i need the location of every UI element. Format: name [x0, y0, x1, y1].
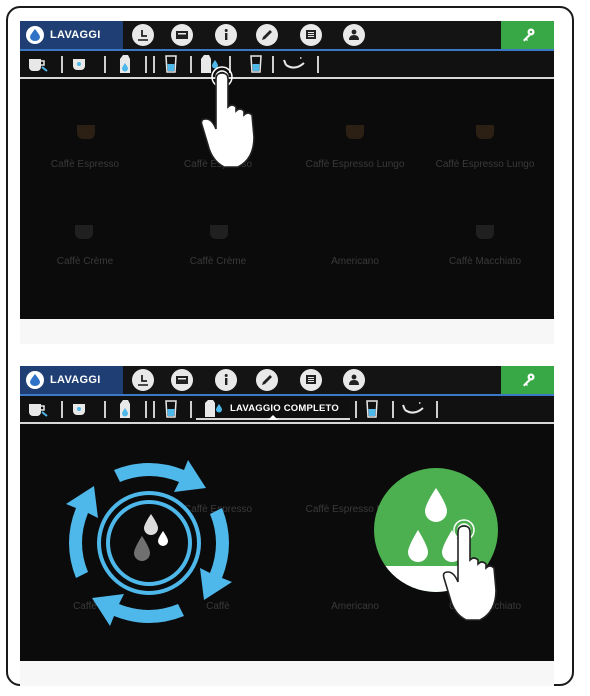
wash-sub-bar [20, 51, 554, 77]
tapping-hand-icon [442, 519, 497, 621]
lavaggi-drop-icon [26, 371, 44, 389]
menu-item[interactable]: Americano [290, 256, 420, 267]
cup-rinse-icon[interactable] [26, 54, 50, 74]
menu-item[interactable]: Caffè Espresso Lungo [290, 159, 420, 170]
info-icon[interactable] [215, 24, 237, 46]
separator [392, 401, 394, 418]
cup-icon[interactable] [70, 399, 92, 419]
milk-carton-icon[interactable] [114, 54, 136, 74]
lavaggi-label: LAVAGGI [50, 374, 101, 386]
lavaggi-drop-icon [26, 26, 44, 44]
timer-icon[interactable] [132, 24, 154, 46]
edit-icon[interactable] [256, 24, 278, 46]
glass-icon[interactable] [161, 399, 181, 419]
glass-icon[interactable] [161, 54, 181, 74]
tapping-hand-icon [200, 66, 255, 168]
separator [104, 56, 106, 73]
menu-item[interactable]: Caffè Crème [20, 256, 150, 267]
coffee-cup-image [77, 125, 95, 139]
separator [153, 56, 155, 73]
cup-rinse-icon[interactable] [26, 399, 50, 419]
cup-icon[interactable] [70, 54, 92, 74]
coffee-cup-image [476, 125, 494, 139]
top-bar: LAVAGGI [20, 21, 554, 49]
sub-bar-divider [20, 422, 554, 424]
top-bar: LAVAGGI [20, 366, 554, 394]
coffee-cup-image [346, 125, 364, 139]
tray-clean-icon[interactable] [281, 54, 309, 74]
selection-caret [268, 415, 278, 420]
lavaggi-tab[interactable]: LAVAGGI [20, 21, 123, 49]
menu-item: Americano [331, 601, 379, 612]
wash-sub-bar: LAVAGGIO COMPLETO [20, 396, 554, 422]
lavaggi-tab[interactable]: LAVAGGI [20, 366, 123, 394]
coffee-cup-image [75, 225, 93, 239]
card-icon[interactable] [171, 24, 193, 46]
machine-screen-step-2: LAVAGGI LAVAGGIO COMPLETO Caffè Espresso… [20, 366, 554, 661]
separator [153, 401, 155, 418]
lavaggi-label: LAVAGGI [50, 29, 101, 41]
caption-area [20, 319, 554, 344]
separator [145, 56, 147, 73]
card-icon[interactable] [171, 369, 193, 391]
separator [190, 56, 192, 73]
full-wash-label: LAVAGGIO COMPLETO [230, 402, 339, 414]
separator [317, 56, 319, 73]
service-icon[interactable] [343, 24, 365, 46]
menu-item[interactable]: Caffè Espresso [20, 159, 150, 170]
caption-area [20, 661, 554, 686]
separator [272, 56, 274, 73]
separator [436, 401, 438, 418]
menu-item[interactable]: Caffè Macchiato [420, 256, 550, 267]
full-wash-icon [205, 400, 222, 417]
tray-clean-icon[interactable] [400, 399, 428, 419]
separator [61, 401, 63, 418]
service-icon[interactable] [343, 369, 365, 391]
coffee-cup-image [476, 225, 494, 239]
wrench-key-icon[interactable] [501, 366, 554, 394]
milk-carton-icon[interactable] [114, 399, 136, 419]
menu-item[interactable]: Caffè Crème [153, 256, 283, 267]
display-icon[interactable] [300, 24, 322, 46]
wrench-key-icon[interactable] [501, 21, 554, 49]
full-wash-callout[interactable]: LAVAGGIO COMPLETO [196, 398, 350, 420]
menu-item[interactable]: Caffè Espresso Lungo [420, 159, 550, 170]
separator [61, 56, 63, 73]
sub-bar-divider [20, 77, 554, 79]
wash-cycle-arrows-icon [66, 460, 232, 626]
machine-screen-step-1: LAVAGGI Caffè Espresso Caffè Espresso Ca… [20, 21, 554, 319]
separator [190, 401, 192, 418]
info-icon[interactable] [215, 369, 237, 391]
tall-glass-icon[interactable] [362, 399, 382, 419]
timer-icon[interactable] [132, 369, 154, 391]
separator [145, 401, 147, 418]
separator [104, 401, 106, 418]
coffee-cup-image [210, 225, 228, 239]
edit-icon[interactable] [256, 369, 278, 391]
separator [355, 401, 357, 418]
display-icon[interactable] [300, 369, 322, 391]
